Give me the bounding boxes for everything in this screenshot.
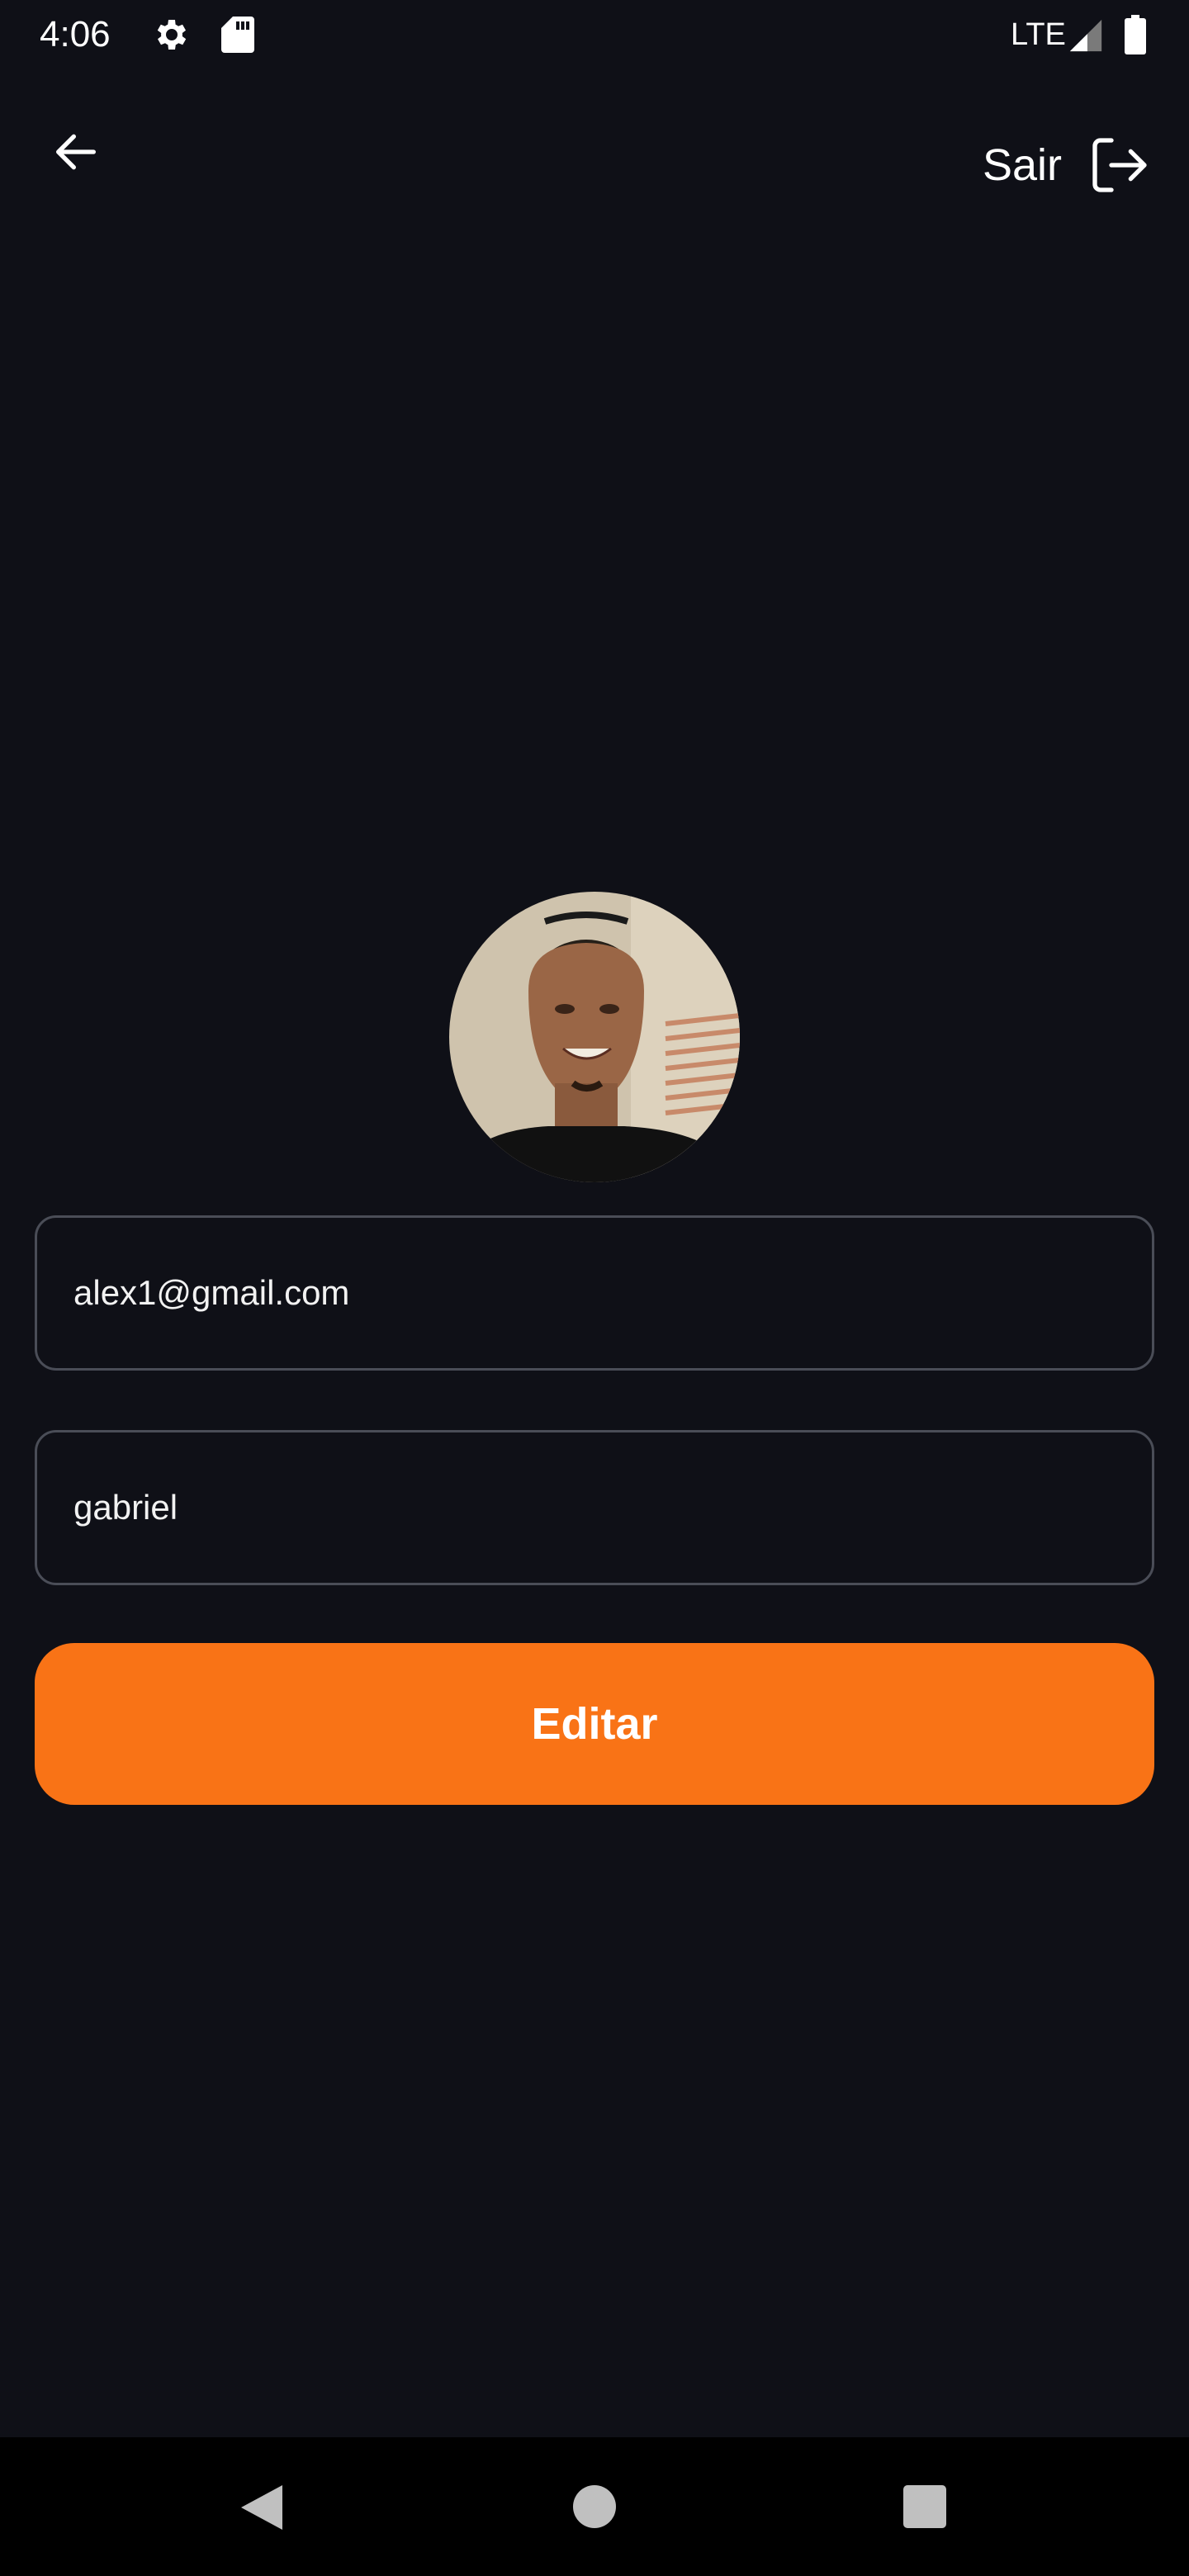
avatar[interactable] [449,892,740,1182]
nav-back-icon[interactable] [239,2484,284,2531]
status-bar: 4:06 LTE [0,0,1189,69]
gear-icon [157,20,187,50]
email-value: alex1@gmail.com [73,1273,350,1312]
system-nav-bar [0,2437,1189,2576]
nav-home-icon[interactable] [573,2485,616,2528]
nav-recents-icon[interactable] [903,2485,946,2528]
back-button[interactable] [41,117,111,187]
edit-button[interactable]: Editar [35,1643,1154,1805]
status-time: 4:06 [40,14,111,54]
logout-icon [1092,138,1147,192]
arrow-left-icon [56,134,96,170]
profile-photo [449,892,740,1182]
network-type: LTE [1011,17,1066,52]
profile-screen: 4:06 LTE Sair alex1@gmail.com gabriel Ed… [0,0,1189,2576]
name-value: gabriel [73,1488,178,1527]
signal-icon [1069,19,1102,52]
name-field[interactable]: gabriel [35,1430,1154,1585]
sd-card-icon [221,17,254,53]
logout-button[interactable]: Sair [983,132,1153,198]
edit-button-label: Editar [531,1699,658,1749]
logout-label: Sair [982,140,1062,190]
email-field[interactable]: alex1@gmail.com [35,1215,1154,1371]
battery-icon [1125,15,1146,54]
